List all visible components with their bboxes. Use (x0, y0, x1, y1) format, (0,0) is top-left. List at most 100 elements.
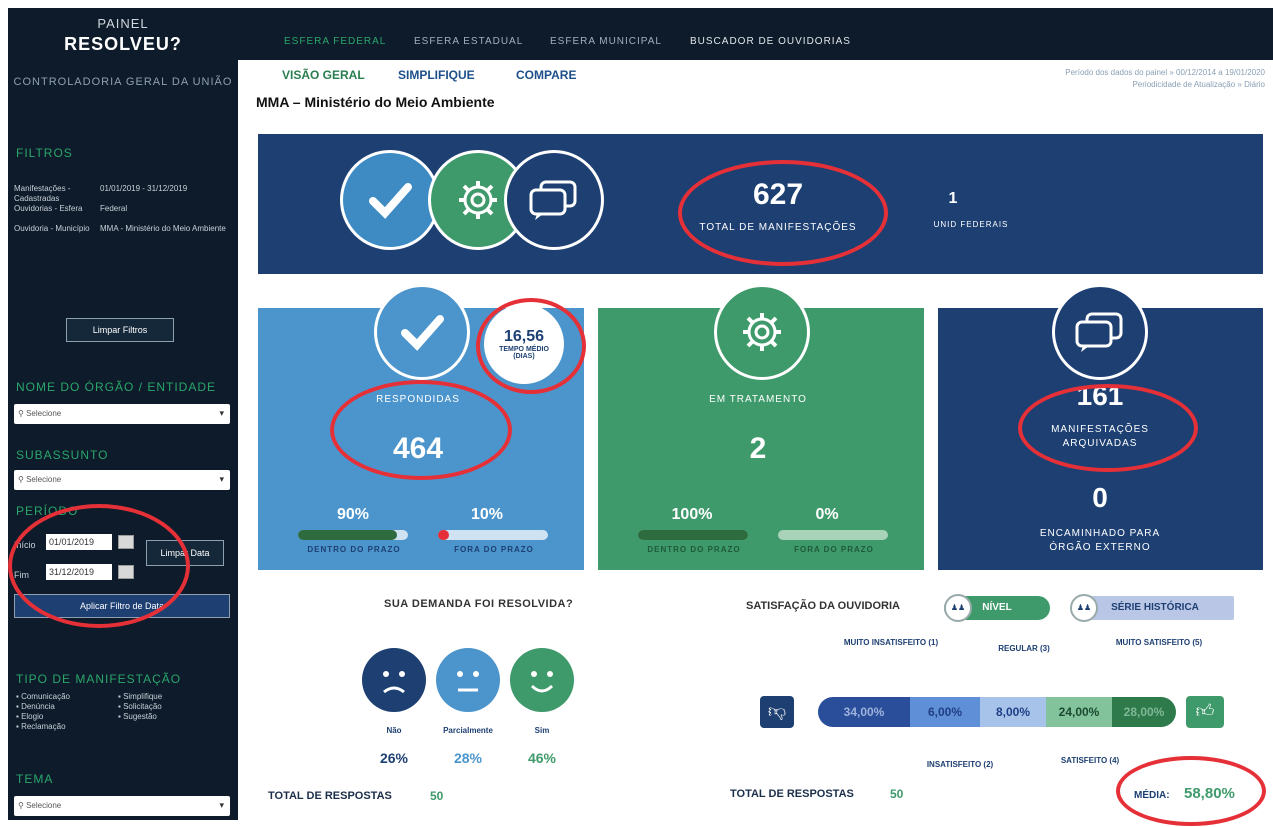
unidades-value: 1 (948, 190, 958, 207)
option-parcialmente-label: Parcialmente (443, 726, 493, 735)
tab-simplifique[interactable]: SIMPLIFIQUE (398, 68, 475, 82)
filtros-heading: FILTROS (16, 146, 73, 160)
tipo-col1: ▪ Comunicação ▪ Denúncia ▪ Elogio ▪ Recl… (16, 692, 70, 732)
subassunto-placeholder: Selecione (26, 475, 62, 484)
tab-esfera-estadual[interactable]: ESFERA ESTADUAL (414, 36, 523, 47)
segment-regular: 8,00% (980, 697, 1046, 727)
total-respostas-value: 50 (430, 789, 444, 803)
tipo-option[interactable]: ▪ Reclamação (16, 722, 70, 732)
tab-esfera-municipal[interactable]: ESFERA MUNICIPAL (550, 36, 662, 47)
filter-value-2[interactable]: Federal (100, 204, 230, 214)
summary-banner: 627 TOTAL DE MANIFESTAÇÕES 1 UNID FEDERA… (258, 134, 1263, 274)
tema-select[interactable]: ⚲ Selecione ▾ (14, 796, 230, 816)
fora-prazo-track (438, 530, 548, 540)
app-title-line1: PAINEL (97, 16, 149, 31)
encaminhado-value: 0 (1092, 482, 1108, 513)
option-sim-pct: 46% (527, 750, 557, 766)
satisfacao-title: SATISFAÇÃO DA OUVIDORIA (746, 600, 901, 612)
tipo-option[interactable]: ▪ Denúncia (16, 702, 70, 712)
people-icon: ♟♟ (944, 594, 972, 622)
option-nao-label: Não (386, 726, 402, 735)
tab-nivel-label: NÍVEL (982, 602, 1012, 613)
neutral-face-icon[interactable] (436, 648, 500, 712)
chat-icon (504, 150, 604, 250)
dentro-prazo-pct: 90% (336, 506, 370, 523)
chevron-down-icon: ▾ (219, 800, 224, 810)
dentro-prazo-pct: 100% (671, 506, 713, 523)
respondidas-panel: 16,56 TEMPO MÉDIO (DIAS) RESPONDIDAS 464… (258, 284, 586, 570)
tab-visao-geral[interactable]: VISÃO GERAL (282, 68, 365, 82)
tipo-option[interactable]: ▪ Sugestão (118, 712, 162, 722)
resolvida-title: SUA DEMANDA FOI RESOLVIDA? (384, 598, 574, 610)
highlight-ring-total (678, 160, 888, 266)
dentro-prazo-label: DENTRO DO PRAZO (307, 545, 401, 554)
filter-value-3[interactable]: MMA - Ministério do Meio Ambiente (100, 224, 230, 234)
tipo-heading: TIPO DE MANIFESTAÇÃO (16, 672, 182, 686)
segment-insatisfeito: 6,00% (910, 697, 980, 727)
tipo-option[interactable]: ▪ Simplifique (118, 692, 162, 702)
tab-buscador-ouvidorias[interactable]: BUSCADOR DE OUVIDORIAS (690, 36, 851, 47)
dentro-prazo-bar (638, 530, 748, 540)
tipo-option[interactable]: ▪ Solicitação (118, 702, 162, 712)
dentro-prazo-track (298, 530, 408, 540)
orgao-placeholder: Selecione (26, 409, 62, 418)
thumbs-up-icon: 👍︎ (1186, 696, 1224, 728)
thumbs-down-icon: 👎︎ (760, 696, 794, 728)
check-icon (374, 284, 470, 380)
total-respostas-label-sat: TOTAL DE RESPOSTAS (730, 788, 854, 800)
label-regular: REGULAR (3) (998, 644, 1050, 653)
tratamento-value: 2 (749, 432, 767, 465)
chat-icon (1052, 284, 1148, 380)
gear-icon (714, 284, 810, 380)
search-icon: ⚲ (18, 475, 27, 484)
tab-compare[interactable]: COMPARE (516, 68, 576, 82)
filter-label-1: Manifestações - Cadastradas (14, 184, 71, 203)
app-title[interactable]: RESOLVEU? (8, 34, 238, 55)
top-navigation: ESFERA FEDERAL ESFERA ESTADUAL ESFERA MU… (238, 8, 1273, 60)
app-subtitle: CONTROLADORIA GERAL DA UNIÃO (13, 76, 233, 88)
highlight-ring-arquivadas (1018, 384, 1198, 472)
fora-prazo-pct: 10% (470, 506, 504, 523)
clear-filters-button[interactable]: Limpar Filtros (66, 318, 174, 342)
people-icon: ♟♟ (1070, 594, 1098, 622)
tipo-option[interactable]: ▪ Comunicação (16, 692, 70, 702)
orgao-heading: NOME DO ÓRGÃO / ENTIDADE (16, 380, 217, 394)
fora-prazo-track (778, 530, 888, 540)
search-icon: ⚲ (18, 409, 27, 418)
fora-prazo-pct: 0% (815, 506, 839, 523)
highlight-ring-media (1116, 756, 1266, 826)
page-title: MMA – Ministério do Meio Ambiente (256, 94, 495, 110)
total-respostas-label: TOTAL DE RESPOSTAS (268, 790, 392, 802)
segment-muito-insatisfeito: 34,00% (818, 697, 910, 727)
option-sim-label: Sim (534, 726, 550, 735)
tab-serie-historica[interactable]: SÉRIE HISTÓRICA (1076, 596, 1234, 620)
check-icon (340, 150, 440, 250)
sad-face-icon[interactable] (362, 648, 426, 712)
option-parcialmente-pct: 28% (453, 750, 483, 766)
fora-prazo-label: FORA DO PRAZO (794, 545, 874, 554)
label-muito-satisfeito: MUITO SATISFEITO (5) (1115, 638, 1203, 647)
tipo-option[interactable]: ▪ Elogio (16, 712, 70, 722)
option-nao-pct: 26% (379, 750, 409, 766)
segment-satisfeito: 24,00% (1046, 697, 1112, 727)
search-icon: ⚲ (18, 801, 27, 810)
highlight-ring-tempo (476, 298, 586, 394)
subassunto-heading: SUBASSUNTO (16, 448, 109, 462)
tab-esfera-federal[interactable]: ESFERA FEDERAL (284, 36, 386, 47)
tema-placeholder: Selecione (26, 801, 62, 810)
fora-prazo-label: FORA DO PRAZO (454, 545, 534, 554)
label-muito-insatisfeito: MUITO INSATISFEITO (1) (843, 638, 939, 647)
segment-muito-satisfeito: 28,00% (1112, 697, 1176, 727)
em-tratamento-panel: EM TRATAMENTO 2 100% 0% DENTRO DO PRAZO … (598, 284, 924, 570)
sidebar: PAINEL RESOLVEU? CONTROLADORIA GERAL DA … (8, 8, 238, 820)
happy-face-icon[interactable] (510, 648, 574, 712)
fora-prazo-bar (438, 530, 449, 540)
subassunto-select[interactable]: ⚲ Selecione ▾ (14, 470, 230, 490)
orgao-select[interactable]: ⚲ Selecione ▾ (14, 404, 230, 424)
encaminhado-label-2: ÓRGÃO EXTERNO (1049, 542, 1151, 553)
filter-value-1[interactable]: 01/01/2019 - 31/12/2019 (100, 184, 230, 194)
total-respostas-value-sat: 50 (890, 787, 904, 801)
dentro-prazo-bar (298, 530, 397, 540)
highlight-ring-periodo (8, 504, 190, 628)
filter-label-2: Ouvidorias - Esfera (14, 204, 83, 213)
